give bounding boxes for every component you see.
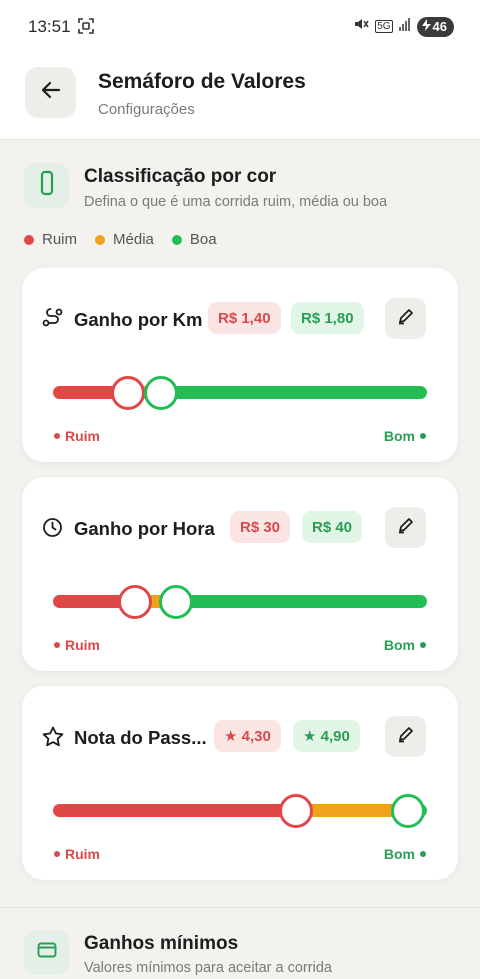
low-threshold-handle xyxy=(118,585,153,619)
screenshot-scan-icon xyxy=(78,18,94,39)
back-button[interactable] xyxy=(25,67,76,118)
ruim-label: Ruim xyxy=(54,428,100,444)
low-threshold-badge[interactable]: R$ 30 xyxy=(230,511,291,543)
bom-label: Bom xyxy=(384,846,426,862)
high-threshold-badge[interactable]: R$ 1,80 xyxy=(291,302,364,334)
arrow-left-icon xyxy=(40,79,62,106)
low-threshold-handle xyxy=(110,376,145,410)
threshold-card-km: Ganho por Km R$ 1,40 R$ 1,80 Ruim Bom xyxy=(22,268,458,462)
card-title: Ganho por Hora xyxy=(74,518,215,539)
low-threshold-badge[interactable]: ★ 4,30 xyxy=(214,720,281,752)
track-boa xyxy=(161,386,427,399)
high-threshold-badge[interactable]: ★ 4,90 xyxy=(293,720,360,752)
legend-label: Ruim xyxy=(42,231,78,248)
legend-item-ruim: Ruim xyxy=(24,231,77,248)
phone-outline-icon xyxy=(40,170,54,201)
status-bar: 13:51 5G 46 xyxy=(0,0,480,50)
color-legend: Ruim Média Boa xyxy=(24,231,235,248)
battery-indicator: 46 xyxy=(416,16,454,37)
section-divider xyxy=(0,907,480,908)
section-icon-box xyxy=(24,163,69,208)
card-title: Nota do Pass... xyxy=(74,727,207,748)
clock-icon xyxy=(42,517,63,543)
low-threshold-handle xyxy=(279,794,314,828)
card-title: Ganho por Km xyxy=(74,309,203,330)
threshold-card-nota: Nota do Pass... ★ 4,30 ★ 4,90 Ruim Bom xyxy=(22,686,458,880)
section-title-minimums: Ganhos mínimos xyxy=(84,933,239,954)
charging-icon xyxy=(421,19,431,34)
route-icon xyxy=(42,308,64,333)
legend-label: Boa xyxy=(189,231,217,248)
battery-level: 46 xyxy=(432,19,447,34)
pencil-icon xyxy=(397,307,415,330)
edit-button[interactable] xyxy=(385,716,426,757)
low-threshold-badge[interactable]: R$ 1,40 xyxy=(208,302,281,334)
bom-label: Bom xyxy=(384,637,426,653)
wallet-icon xyxy=(37,942,57,963)
app-header: Semáforo de Valores Configurações xyxy=(0,50,480,140)
track-ruim xyxy=(53,804,297,817)
legend-dot-red xyxy=(24,234,34,245)
edit-button[interactable] xyxy=(385,507,426,548)
legend-item-media: Média xyxy=(95,231,154,248)
track-boa xyxy=(176,595,427,608)
threshold-card-hora: Ganho por Hora R$ 30 R$ 40 Ruim Bom xyxy=(22,477,458,671)
mute-icon xyxy=(353,16,369,37)
bom-label: Bom xyxy=(384,428,426,444)
section-title-classification: Classificação por cor xyxy=(84,166,277,187)
threshold-slider[interactable] xyxy=(53,582,427,622)
status-time: 13:51 xyxy=(28,17,71,36)
edit-button[interactable] xyxy=(385,298,426,339)
ruim-label: Ruim xyxy=(54,637,100,653)
section-subtitle-classification: Defina o que é uma corrida ruim, média o… xyxy=(84,194,388,210)
section-icon-box xyxy=(24,930,69,975)
ruim-label: Ruim xyxy=(54,846,100,862)
legend-item-boa: Boa xyxy=(171,231,217,248)
network-badge: 5G xyxy=(375,20,393,33)
legend-label: Média xyxy=(113,231,154,248)
signal-icon xyxy=(398,17,411,36)
pencil-icon xyxy=(397,516,415,539)
high-threshold-handle xyxy=(144,376,179,410)
page-subtitle: Configurações xyxy=(98,101,195,118)
page-title: Semáforo de Valores xyxy=(98,70,306,93)
pencil-icon xyxy=(397,725,415,748)
legend-dot-orange xyxy=(95,234,106,245)
section-subtitle-minimums: Valores mínimos para aceitar a corrida xyxy=(84,960,332,976)
high-threshold-badge[interactable]: R$ 40 xyxy=(302,511,363,543)
high-threshold-handle xyxy=(391,794,426,828)
threshold-slider[interactable] xyxy=(53,791,427,831)
star-outline-icon xyxy=(42,726,64,752)
legend-dot-green xyxy=(171,234,182,245)
threshold-slider[interactable] xyxy=(53,373,427,413)
high-threshold-handle xyxy=(159,585,194,619)
